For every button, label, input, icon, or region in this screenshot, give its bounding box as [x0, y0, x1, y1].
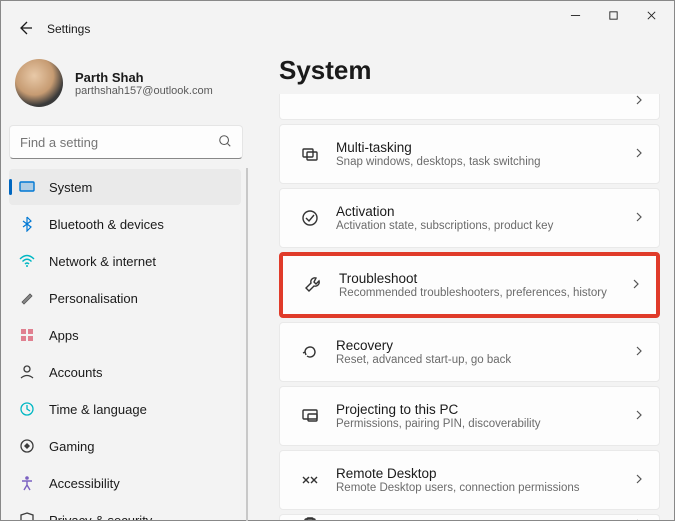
- chevron-right-icon: [633, 518, 645, 520]
- settings-list: Discoverability, received files location…: [279, 94, 660, 520]
- multitask-icon: [294, 144, 326, 164]
- card-subtitle: Remote Desktop users, connection permiss…: [336, 482, 633, 494]
- card-text: Troubleshoot Recommended troubleshooters…: [329, 271, 630, 299]
- sidebar-item-label: System: [49, 180, 92, 195]
- recovery-icon: [294, 342, 326, 362]
- sidebar-item-accounts[interactable]: Accounts: [9, 354, 241, 390]
- card-title: Multi-tasking: [336, 140, 633, 155]
- settings-window: Settings Parth Shah parthshah157@outlook…: [0, 0, 675, 521]
- chevron-right-icon: [633, 473, 645, 488]
- sidebar-item-accessibility[interactable]: Accessibility: [9, 465, 241, 501]
- search-box[interactable]: [9, 125, 243, 159]
- sidebar-item-label: Personalisation: [49, 291, 138, 306]
- app-title: Settings: [47, 22, 90, 36]
- remote-icon: [294, 470, 326, 490]
- card-title: Projecting to this PC: [336, 402, 633, 417]
- card-title: Clipboard: [336, 518, 633, 520]
- sidebar-item-label: Accessibility: [49, 476, 120, 491]
- wrench-icon: [297, 275, 329, 295]
- card-subtitle: Snap windows, desktops, task switching: [336, 156, 633, 168]
- nav: System Bluetooth & devices Network & int…: [9, 169, 243, 520]
- back-button[interactable]: [17, 20, 33, 39]
- avatar: [15, 59, 63, 107]
- sidebar-item-label: Bluetooth & devices: [49, 217, 164, 232]
- clock-icon: [19, 401, 35, 417]
- card-text: Multi-tasking Snap windows, desktops, ta…: [326, 140, 633, 168]
- card-text: Remote Desktop Remote Desktop users, con…: [326, 466, 633, 494]
- card-remote-desktop[interactable]: Remote Desktop Remote Desktop users, con…: [279, 450, 660, 510]
- card-title: Remote Desktop: [336, 466, 633, 481]
- sidebar-item-time[interactable]: Time & language: [9, 391, 241, 427]
- wifi-icon: [19, 253, 35, 269]
- sidebar-item-system[interactable]: System: [9, 169, 241, 205]
- card-projecting[interactable]: Projecting to this PC Permissions, pairi…: [279, 386, 660, 446]
- accounts-icon: [19, 364, 35, 380]
- paint-icon: [19, 290, 35, 306]
- card-subtitle: Activation state, subscriptions, product…: [336, 220, 633, 232]
- profile-text: Parth Shah parthshah157@outlook.com: [75, 70, 213, 97]
- search-input[interactable]: [20, 135, 218, 150]
- activation-icon: [294, 208, 326, 228]
- card-title: Troubleshoot: [339, 271, 630, 286]
- card-text: Clipboard: [326, 518, 633, 520]
- chevron-right-icon: [630, 278, 642, 293]
- chevron-right-icon: [633, 147, 645, 162]
- body: Parth Shah parthshah157@outlook.com Syst…: [1, 45, 674, 520]
- apps-icon: [19, 327, 35, 343]
- card-subtitle: Permissions, pairing PIN, discoverabilit…: [336, 418, 633, 430]
- main: System Discoverability, received files l…: [251, 45, 674, 520]
- sidebar-item-label: Network & internet: [49, 254, 156, 269]
- sidebar-item-personalisation[interactable]: Personalisation: [9, 280, 241, 316]
- projecting-icon: [294, 406, 326, 426]
- sidebar-item-network[interactable]: Network & internet: [9, 243, 241, 279]
- sidebar-item-label: Privacy & security: [49, 513, 152, 521]
- system-icon: [19, 179, 35, 195]
- card-text: Recovery Reset, advanced start-up, go ba…: [326, 338, 633, 366]
- card-clipboard[interactable]: Clipboard: [279, 514, 660, 520]
- clipboard-icon: [294, 516, 326, 521]
- card-text: Activation Activation state, subscriptio…: [326, 204, 633, 232]
- sidebar-item-label: Gaming: [49, 439, 95, 454]
- header: Settings: [1, 17, 674, 41]
- card-text: Projecting to this PC Permissions, pairi…: [326, 402, 633, 430]
- chevron-right-icon: [633, 409, 645, 424]
- card-multitasking[interactable]: Multi-tasking Snap windows, desktops, ta…: [279, 124, 660, 184]
- sidebar-item-apps[interactable]: Apps: [9, 317, 241, 353]
- sidebar-item-privacy[interactable]: Privacy & security: [9, 502, 241, 520]
- profile[interactable]: Parth Shah parthshah157@outlook.com: [9, 53, 243, 121]
- bluetooth-icon: [19, 216, 35, 232]
- chevron-right-icon: [633, 211, 645, 226]
- card-title: Recovery: [336, 338, 633, 353]
- sidebar: Parth Shah parthshah157@outlook.com Syst…: [1, 45, 251, 520]
- card-nearby-sharing[interactable]: Discoverability, received files location: [279, 94, 660, 120]
- chevron-right-icon: [633, 94, 645, 109]
- gaming-icon: [19, 438, 35, 454]
- shield-icon: [19, 512, 35, 520]
- card-subtitle: Reset, advanced start-up, go back: [336, 354, 633, 366]
- profile-email: parthshah157@outlook.com: [75, 85, 213, 97]
- profile-name: Parth Shah: [75, 70, 213, 85]
- sidebar-item-label: Accounts: [49, 365, 102, 380]
- page-title: System: [279, 55, 660, 86]
- search-icon: [218, 134, 232, 151]
- accessibility-icon: [19, 475, 35, 491]
- sidebar-item-label: Time & language: [49, 402, 147, 417]
- sidebar-item-label: Apps: [49, 328, 79, 343]
- card-troubleshoot[interactable]: Troubleshoot Recommended troubleshooters…: [279, 252, 660, 318]
- sidebar-item-bluetooth[interactable]: Bluetooth & devices: [9, 206, 241, 242]
- sidebar-item-gaming[interactable]: Gaming: [9, 428, 241, 464]
- card-activation[interactable]: Activation Activation state, subscriptio…: [279, 188, 660, 248]
- chevron-right-icon: [633, 345, 645, 360]
- card-recovery[interactable]: Recovery Reset, advanced start-up, go ba…: [279, 322, 660, 382]
- sidebar-scrollbar[interactable]: [246, 168, 248, 520]
- card-subtitle: Recommended troubleshooters, preferences…: [339, 287, 630, 299]
- card-title: Activation: [336, 204, 633, 219]
